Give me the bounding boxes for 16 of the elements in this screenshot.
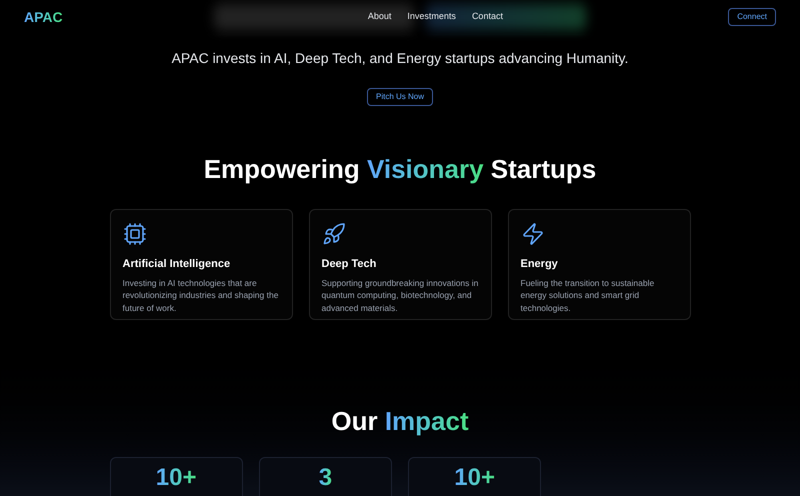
card-description: Investing in AI technologies that are revolutionizing industries and shaping the future of work. <box>122 276 280 314</box>
rocket-icon <box>322 222 346 246</box>
chip-icon <box>122 222 146 246</box>
card-title: Artificial Intelligence <box>122 257 232 272</box>
nav-link[interactable]: About <box>368 10 392 24</box>
card-title: Deep Tech <box>322 257 378 272</box>
card-description: Fueling the transition to sustainable energy solutions and smart grid technologies. <box>520 276 656 314</box>
section-heading: Empowering Visionary Startups <box>204 153 596 186</box>
hero-subtitle: APAC invests in AI, Deep Tech, and Energy startups advancing Humanity. <box>172 49 628 68</box>
pitch-button[interactable]: Pitch Us Now <box>366 88 433 106</box>
card-description: Supporting groundbreaking innovations in quantum computing, biotechnology, and advanced materials. <box>322 276 478 314</box>
connect-button[interactable]: Connect <box>728 8 776 26</box>
nav-link[interactable]: Investments <box>407 10 456 24</box>
nav-link[interactable]: Contact <box>472 10 503 24</box>
lightning-bolt-icon <box>520 222 544 246</box>
card-title: Energy <box>520 257 559 272</box>
